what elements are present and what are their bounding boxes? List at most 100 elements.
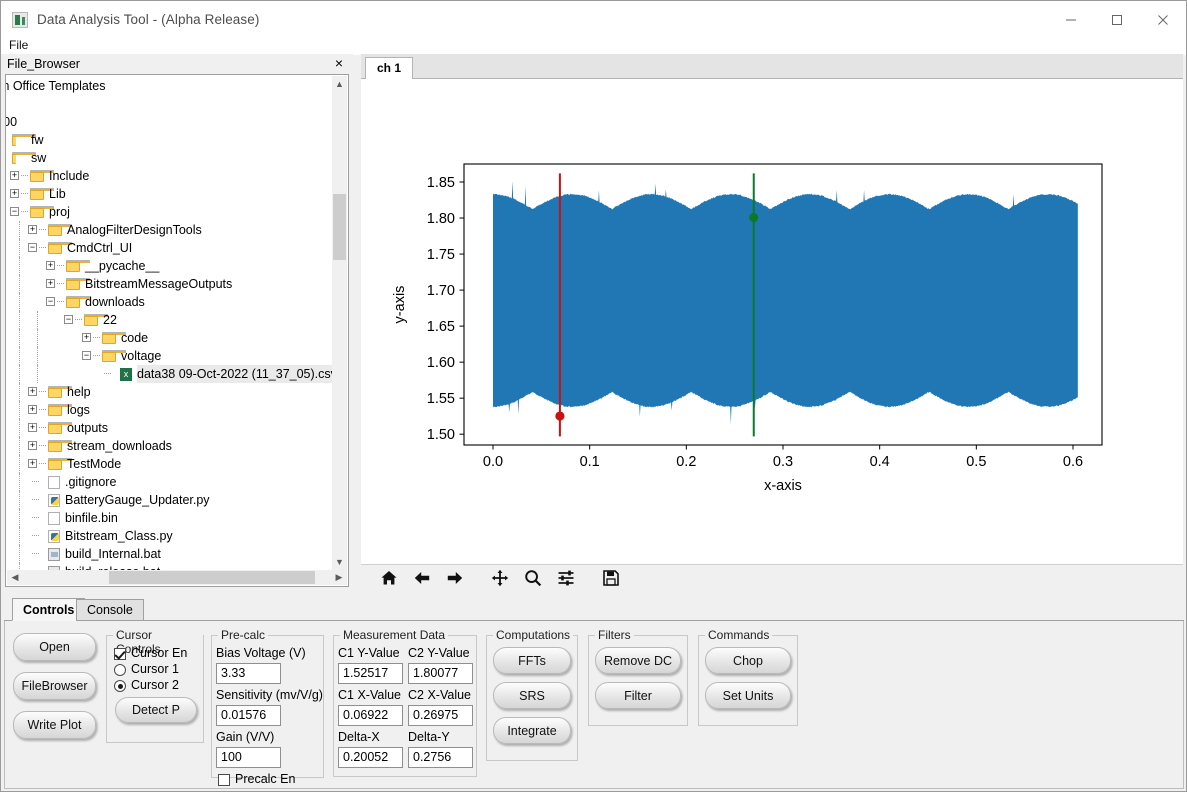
tree-item[interactable]: + code <box>6 329 336 347</box>
tree-item-label[interactable]: AnalogFilterDesignTools <box>67 221 202 239</box>
detect-p-button[interactable]: Detect P <box>115 697 197 723</box>
expand-icon[interactable]: + <box>28 441 37 450</box>
close-icon[interactable] <box>1140 1 1186 38</box>
set-units-button[interactable]: Set Units <box>705 682 791 709</box>
scroll-down-icon[interactable]: ▼ <box>332 554 347 570</box>
precalc-en-checkbox[interactable] <box>218 774 230 786</box>
close-icon[interactable]: × <box>331 55 347 71</box>
c2-y-field[interactable]: 1.80077 <box>408 663 473 684</box>
file-tree[interactable]: om Office Templatesr500fwsw+Include+Lib−… <box>6 77 337 581</box>
tree-item-label[interactable]: BatteryGauge_Updater.py <box>65 491 210 509</box>
menu-item-file[interactable]: File <box>9 38 28 52</box>
tree-item[interactable]: + logs <box>6 401 336 419</box>
scroll-thumb-vertical[interactable] <box>333 194 346 260</box>
expand-icon[interactable]: + <box>82 333 91 342</box>
back-arrow-icon[interactable] <box>405 565 438 591</box>
file-browser-button[interactable]: FileBrowser <box>13 672 96 700</box>
sensitivity-field[interactable]: 0.01576 <box>216 705 281 726</box>
expand-icon[interactable]: + <box>10 171 19 180</box>
scroll-left-icon[interactable]: ◀ <box>7 570 23 585</box>
tree-item[interactable]: + help <box>6 383 336 401</box>
tree-item[interactable]: + Include <box>6 167 336 185</box>
delta-x-field[interactable]: 0.20052 <box>338 747 403 768</box>
tree-item[interactable]: − voltage <box>6 347 336 365</box>
cursor-1-radio[interactable] <box>114 664 126 676</box>
tree-item-label[interactable]: 22 <box>103 311 117 329</box>
scroll-right-icon[interactable]: ▶ <box>331 570 347 585</box>
tree-item-label[interactable]: binfile.bin <box>65 509 118 527</box>
tree-item-label[interactable]: Bitstream_Class.py <box>65 527 173 545</box>
tree-item[interactable]: − proj <box>6 203 336 221</box>
write-plot-button[interactable]: Write Plot <box>13 711 96 739</box>
tree-item-label[interactable]: TestMode <box>67 455 121 473</box>
gain-field[interactable]: 100 <box>216 747 281 768</box>
tree-item[interactable]: + BitstreamMessageOutputs <box>6 275 336 293</box>
expand-icon[interactable]: + <box>46 279 55 288</box>
cursor-en-checkbox[interactable] <box>114 648 126 660</box>
tab-controls[interactable]: Controls <box>12 598 86 621</box>
c1-y-field[interactable]: 1.52517 <box>338 663 403 684</box>
tree-item[interactable]: .gitignore <box>6 473 336 491</box>
tree-vertical-scrollbar[interactable]: ▲ ▼ <box>332 76 347 570</box>
tree-item[interactable]: build_Internal.bat <box>6 545 336 563</box>
tree-item-label[interactable]: logs <box>67 401 90 419</box>
tree-item-label[interactable]: CmdCtrl_UI <box>67 239 132 257</box>
tree-item-label[interactable]: om Office Templates <box>6 77 105 95</box>
srs-button[interactable]: SRS <box>493 682 571 709</box>
tab-ch-1[interactable]: ch 1 <box>365 57 414 79</box>
tree-item-label[interactable]: downloads <box>85 293 145 311</box>
tree-item[interactable]: binfile.bin <box>6 509 336 527</box>
tree-item[interactable]: BatteryGauge_Updater.py <box>6 491 336 509</box>
tree-item[interactable]: + stream_downloads <box>6 437 336 455</box>
collapse-icon[interactable]: − <box>10 207 19 216</box>
tree-item[interactable]: Bitstream_Class.py <box>6 527 336 545</box>
home-icon[interactable] <box>372 565 405 591</box>
tree-item[interactable]: + Lib <box>6 185 336 203</box>
ffts-button[interactable]: FFTs <box>493 647 571 674</box>
tree-item[interactable]: r500 <box>6 113 336 131</box>
expand-icon[interactable]: + <box>28 459 37 468</box>
tree-item-label[interactable]: data38 09-Oct-2022 (11_37_05).csv <box>137 365 337 383</box>
expand-icon[interactable]: + <box>28 387 37 396</box>
forward-arrow-icon[interactable] <box>438 565 471 591</box>
tree-item[interactable]: − CmdCtrl_UI <box>6 239 336 257</box>
collapse-icon[interactable]: − <box>28 243 37 252</box>
tree-item[interactable]: data38 09-Oct-2022 (11_37_05).csv <box>6 365 337 383</box>
tree-item[interactable]: om Office Templates <box>6 77 336 95</box>
tree-item-label[interactable]: .gitignore <box>65 473 116 491</box>
tree-item[interactable]: sw <box>6 149 336 167</box>
tree-item-label[interactable]: Lib <box>49 185 66 203</box>
tree-item[interactable]: − downloads <box>6 293 336 311</box>
plot-canvas[interactable]: 0.0 0.1 0.2 0.3 0.4 0.5 0.6 1.50 1.55 1.60 1.65 1.7… <box>361 79 1183 564</box>
tree-horizontal-scrollbar[interactable]: ◀ ▶ <box>7 570 347 585</box>
tree-item[interactable]: − 22 <box>6 311 336 329</box>
tree-item-label[interactable]: __pycache__ <box>85 257 159 275</box>
collapse-icon[interactable]: − <box>82 351 91 360</box>
tree-item-label[interactable]: sw <box>31 149 46 167</box>
tree-item-label[interactable]: BitstreamMessageOutputs <box>85 275 232 293</box>
c2-x-field[interactable]: 0.26975 <box>408 705 473 726</box>
delta-y-field[interactable]: 0.2756 <box>408 747 473 768</box>
scroll-thumb-horizontal[interactable] <box>109 571 315 584</box>
tree-item[interactable]: fw <box>6 131 336 149</box>
tree-item-label[interactable]: proj <box>49 203 70 221</box>
open-button[interactable]: Open <box>13 633 96 661</box>
cursor-2-radio[interactable] <box>114 680 126 692</box>
expand-icon[interactable]: + <box>46 261 55 270</box>
sliders-configure-icon[interactable] <box>549 565 582 591</box>
maximize-icon[interactable] <box>1094 1 1140 38</box>
c1-x-field[interactable]: 0.06922 <box>338 705 403 726</box>
tree-item-label[interactable]: stream_downloads <box>67 437 172 455</box>
tree-item[interactable]: + AnalogFilterDesignTools <box>6 221 336 239</box>
tree-item-label[interactable]: outputs <box>67 419 108 437</box>
zoom-magnifier-icon[interactable] <box>516 565 549 591</box>
scroll-up-icon[interactable]: ▲ <box>332 76 347 92</box>
tree-item-label[interactable]: fw <box>31 131 44 149</box>
tree-item[interactable]: + TestMode <box>6 455 336 473</box>
tree-item-label[interactable]: r500 <box>6 113 17 131</box>
remove-dc-button[interactable]: Remove DC <box>595 647 681 674</box>
expand-icon[interactable]: + <box>28 423 37 432</box>
expand-icon[interactable]: + <box>28 225 37 234</box>
tree-item-label[interactable]: help <box>67 383 91 401</box>
tree-item[interactable]: + __pycache__ <box>6 257 336 275</box>
